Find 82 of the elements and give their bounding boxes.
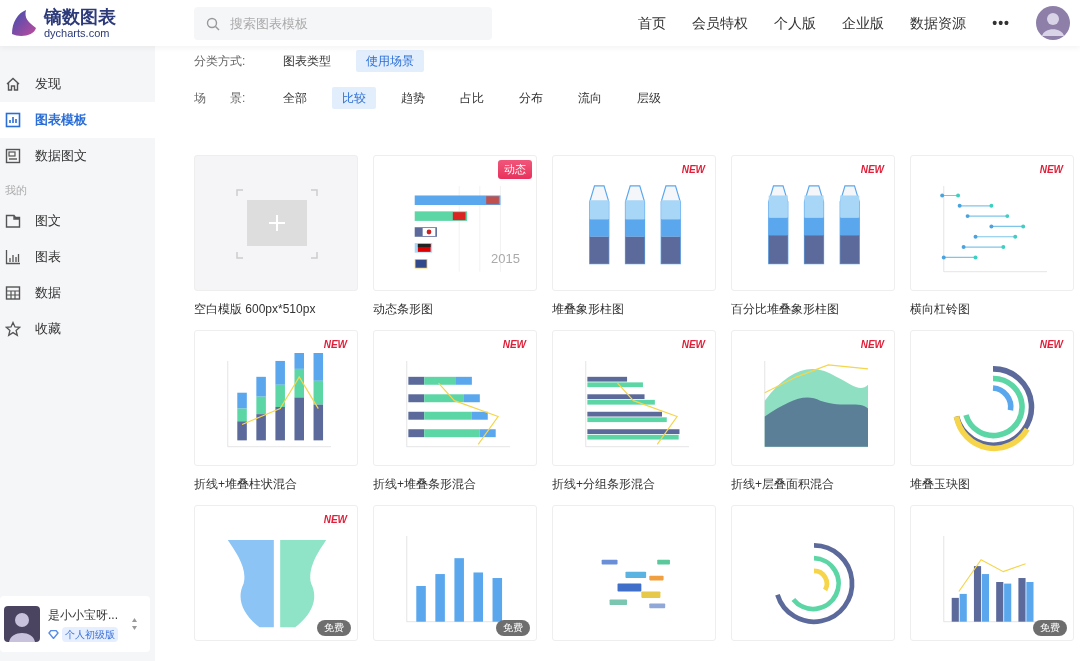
sidebar-item[interactable]: 发现 bbox=[0, 66, 155, 102]
new-label: NEW bbox=[1039, 163, 1063, 177]
filter-tab[interactable]: 趋势 bbox=[391, 87, 435, 109]
free-badge: 免费 bbox=[1033, 620, 1067, 636]
membership-label: 个人初级版 bbox=[62, 627, 118, 642]
template-title: 折线+堆叠条形混合 bbox=[373, 476, 477, 491]
avatar[interactable] bbox=[1036, 6, 1070, 40]
sidebar-item[interactable]: 数据图文 bbox=[0, 138, 155, 174]
filter-tab[interactable]: 图表类型 bbox=[273, 50, 341, 72]
folder-icon bbox=[5, 212, 21, 229]
free-badge: 免费 bbox=[496, 620, 530, 636]
template-card[interactable]: NEW bbox=[552, 155, 716, 291]
logo-icon bbox=[10, 8, 38, 38]
logo-domain: dycharts.com bbox=[44, 27, 111, 39]
sidebar-item[interactable]: 图表模板 bbox=[0, 102, 155, 138]
new-label: NEW bbox=[860, 338, 884, 352]
template-card[interactable]: 免费 bbox=[373, 505, 537, 641]
new-label: NEW bbox=[323, 513, 347, 527]
filter-label: 分类方式: bbox=[194, 53, 247, 70]
sidebar-item[interactable]: 收藏 bbox=[0, 310, 155, 347]
template-card[interactable]: NEW bbox=[910, 155, 1074, 291]
filter-tab[interactable]: 占比 bbox=[450, 87, 494, 109]
sidebar-item[interactable]: 数据 bbox=[0, 274, 155, 311]
star-icon bbox=[5, 320, 21, 337]
filter-tab[interactable]: 流向 bbox=[568, 87, 612, 109]
dynamic-badge: 动态 bbox=[498, 160, 532, 179]
template-title: 横向杠铃图 bbox=[910, 301, 971, 316]
filter-tab[interactable]: 层级 bbox=[627, 87, 671, 109]
year-label: 2015 bbox=[491, 249, 520, 268]
new-label: NEW bbox=[681, 338, 705, 352]
template-card[interactable]: NEW bbox=[373, 330, 537, 466]
diamond-icon bbox=[48, 630, 59, 639]
new-label: NEW bbox=[323, 338, 347, 352]
home-icon bbox=[5, 76, 21, 92]
more-link[interactable]: ••• bbox=[992, 12, 1010, 34]
document-icon bbox=[5, 148, 21, 164]
sidebar-item[interactable]: 图文 bbox=[0, 202, 155, 239]
nav-link[interactable]: 个人版 bbox=[774, 12, 817, 34]
template-title: 折线+堆叠柱状混合 bbox=[194, 476, 298, 491]
template-title: 百分比堆叠象形柱图 bbox=[731, 301, 840, 316]
template-title: 堆叠玉玦图 bbox=[910, 476, 971, 491]
nav-link[interactable]: 企业版 bbox=[842, 12, 885, 34]
nav-link[interactable]: 数据资源 bbox=[910, 12, 967, 34]
template-card[interactable]: NEW bbox=[552, 330, 716, 466]
new-label: NEW bbox=[502, 338, 526, 352]
chart-icon bbox=[5, 112, 21, 128]
logo-name: 镝数图表 bbox=[44, 7, 116, 26]
filter-tab[interactable]: 使用场景 bbox=[356, 50, 424, 72]
template-card[interactable] bbox=[552, 505, 716, 641]
filter-tab[interactable]: 全部 bbox=[273, 87, 317, 109]
filter-tab[interactable]: 分布 bbox=[509, 87, 553, 109]
template-card[interactable] bbox=[731, 505, 895, 641]
template-card[interactable]: NEW bbox=[731, 155, 895, 291]
template-card[interactable]: NEW 免费 bbox=[194, 505, 358, 641]
nav-link[interactable]: 首页 bbox=[638, 12, 667, 34]
bar-chart-icon bbox=[5, 248, 21, 265]
template-title: 折线+层叠面积混合 bbox=[731, 476, 835, 491]
search-field[interactable]: 搜索图表模板 bbox=[194, 6, 492, 40]
template-card[interactable]: 2015 动态 bbox=[373, 155, 537, 291]
user-name: 是小小宝呀... bbox=[48, 607, 118, 624]
search-icon bbox=[206, 16, 220, 31]
filter-label: 场 景: bbox=[194, 90, 247, 107]
template-card[interactable]: NEW bbox=[910, 330, 1074, 466]
template-title: 空白模版 600px*510px bbox=[194, 301, 317, 316]
sidebar-item[interactable]: 图表 bbox=[0, 238, 155, 275]
template-card[interactable]: NEW bbox=[194, 330, 358, 466]
add-icon bbox=[235, 188, 319, 260]
new-label: NEW bbox=[681, 163, 705, 177]
template-title: 动态条形图 bbox=[373, 301, 434, 316]
new-label: NEW bbox=[1039, 338, 1063, 352]
table-icon bbox=[5, 284, 21, 301]
new-label: NEW bbox=[860, 163, 884, 177]
section-label: 我的 bbox=[4, 183, 28, 198]
free-badge: 免费 bbox=[317, 620, 351, 636]
template-title: 折线+分组条形混合 bbox=[552, 476, 656, 491]
filter-tab[interactable]: 比较 bbox=[332, 87, 376, 109]
nav-link[interactable]: 会员特权 bbox=[692, 12, 749, 34]
template-title: 堆叠象形柱图 bbox=[552, 301, 625, 316]
user-avatar bbox=[4, 606, 40, 642]
sort-arrows-icon[interactable] bbox=[131, 617, 138, 631]
template-card[interactable]: NEW bbox=[731, 330, 895, 466]
template-card[interactable]: 免费 bbox=[910, 505, 1074, 641]
